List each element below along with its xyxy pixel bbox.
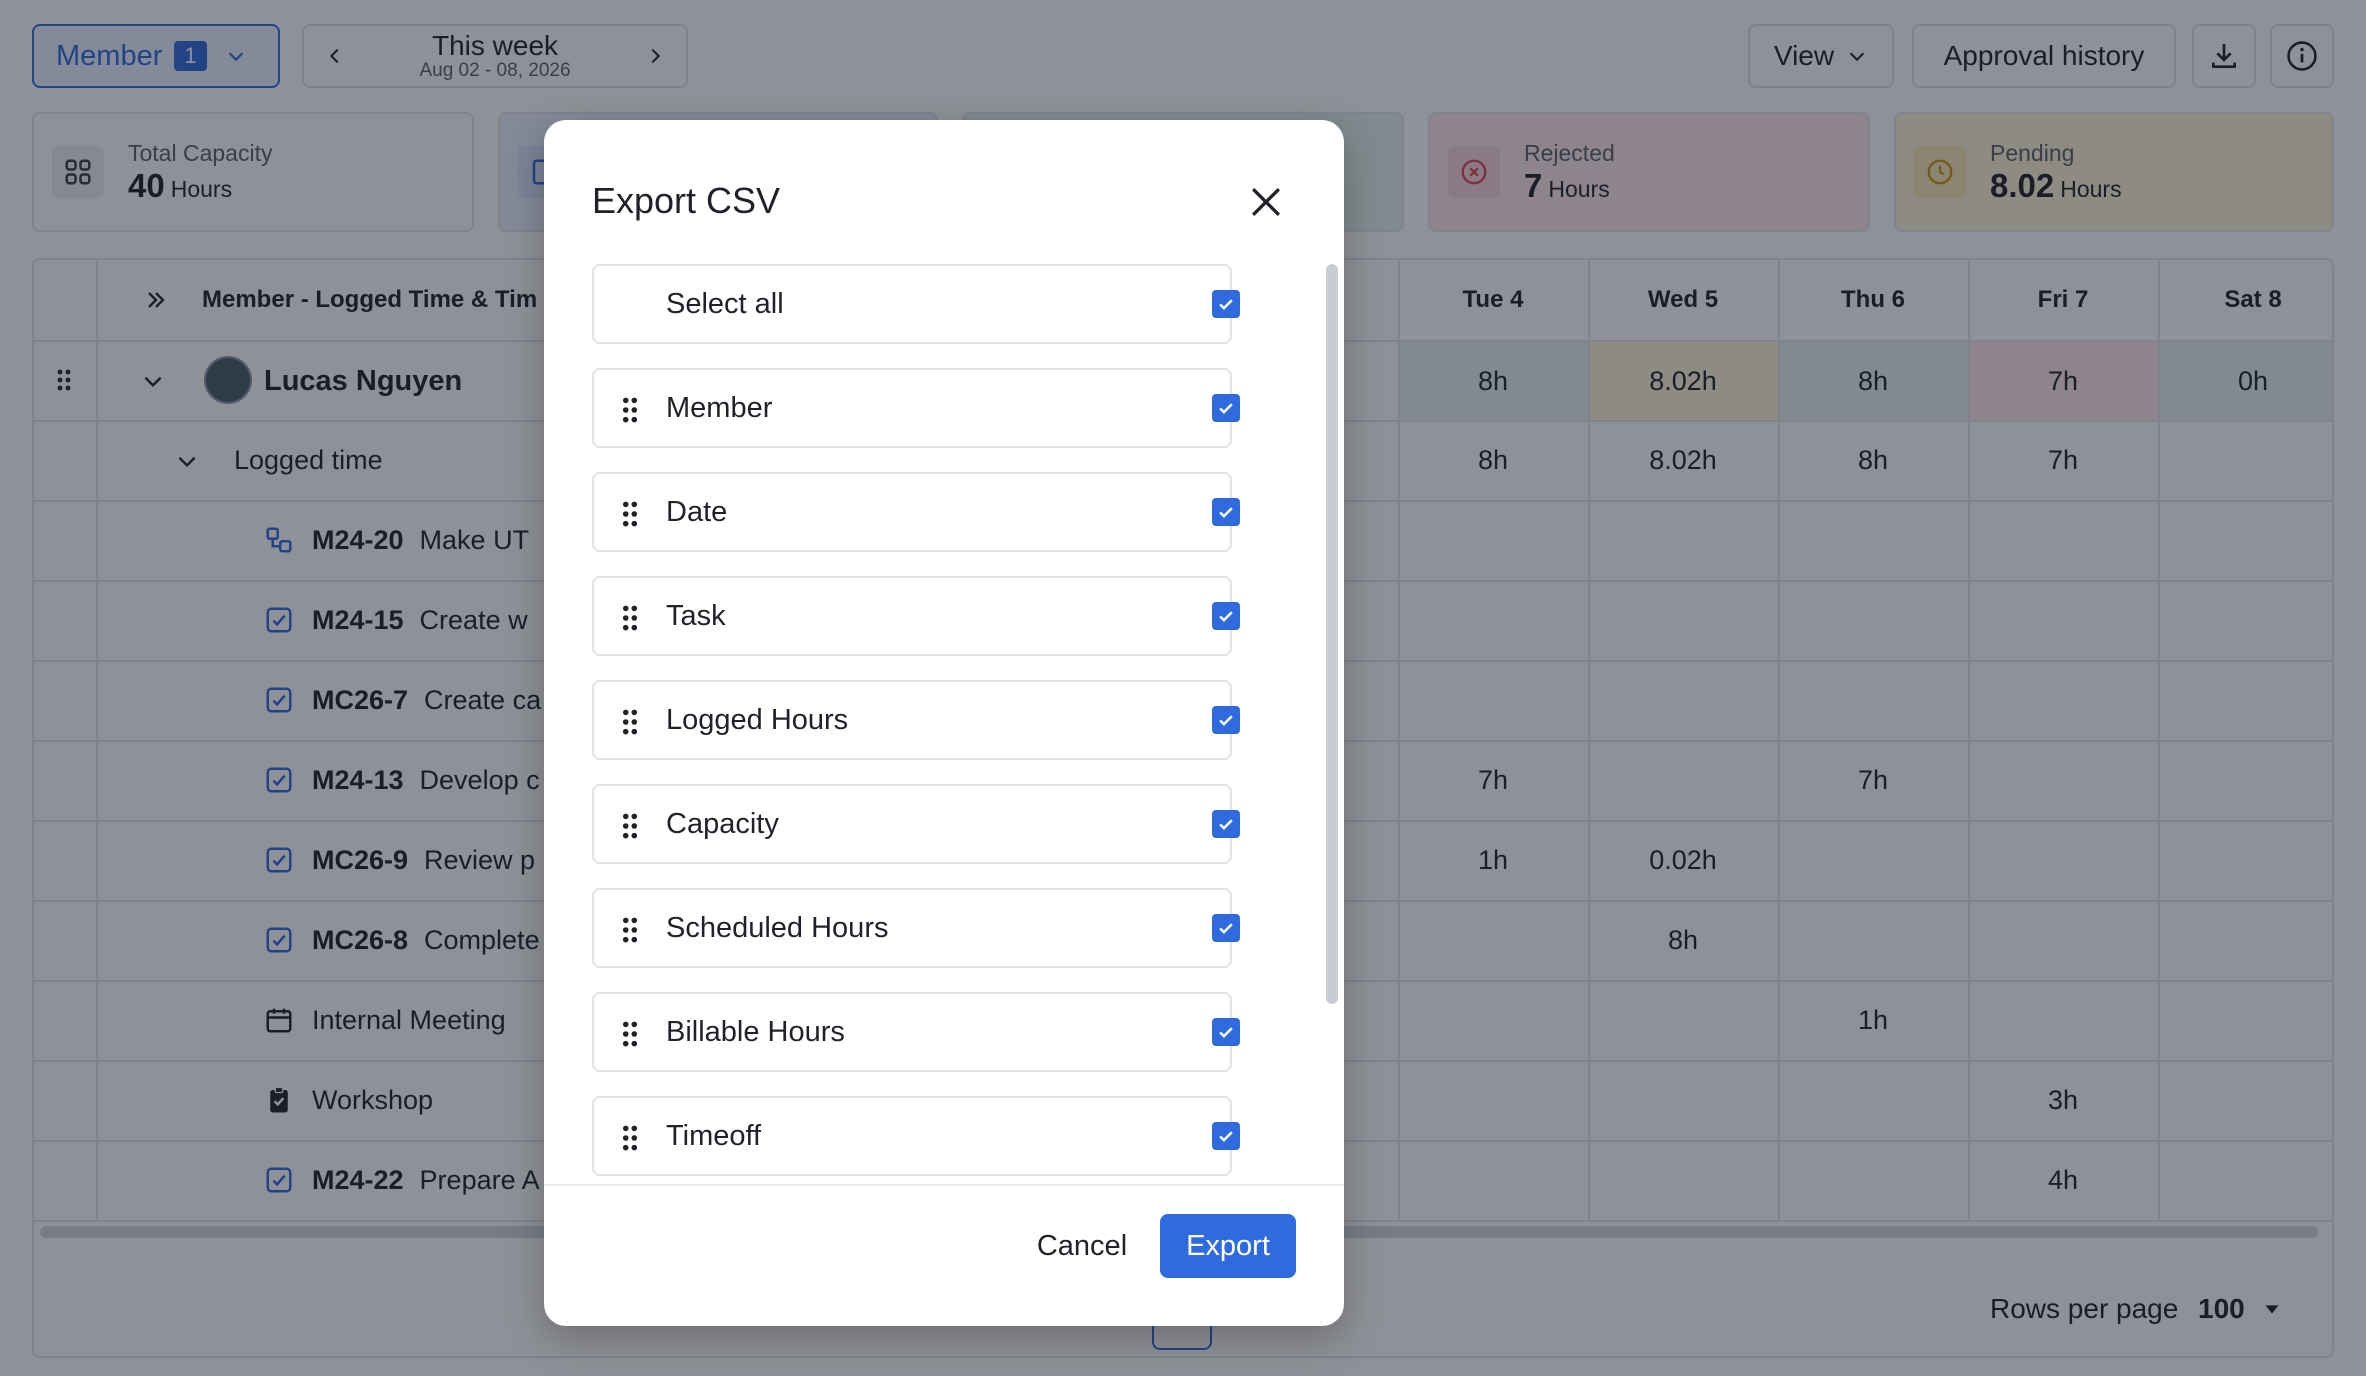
export-option-logged-hours[interactable]: Logged Hours [592,680,1240,760]
export-option-member[interactable]: Member [592,368,1240,448]
check-icon [1219,1027,1233,1038]
select-all-label: Select all [666,287,784,320]
option-checkbox[interactable] [1212,394,1240,422]
check-icon [1219,923,1233,934]
option-checkbox[interactable] [1212,1018,1240,1046]
check-icon [1219,299,1233,310]
select-all-checkbox[interactable] [1212,290,1240,318]
check-icon [1219,715,1233,726]
drag-handle-icon[interactable] [618,395,642,425]
export-option-scheduled-hours[interactable]: Scheduled Hours [592,888,1240,968]
option-label: Scheduled Hours [666,911,889,944]
drag-handle-icon[interactable] [618,603,642,633]
check-icon [1219,403,1233,414]
export-option-billable-hours[interactable]: Billable Hours [592,992,1240,1072]
option-checkbox[interactable] [1212,706,1240,734]
select-all-option[interactable]: Select all [592,264,1240,344]
option-label: Task [666,599,726,632]
option-checkbox[interactable] [1212,1122,1240,1150]
drag-handle-icon[interactable] [618,915,642,945]
option-label: Logged Hours [666,703,849,736]
option-checkbox[interactable] [1212,914,1240,942]
export-option-task[interactable]: Task [592,576,1240,656]
export-csv-dialog: Export CSV Select all Member Date Task Logg… [544,120,1344,1326]
drag-handle-icon[interactable] [618,499,642,529]
dialog-title: Export CSV [592,180,781,221]
option-label: Date [666,495,728,528]
drag-handle-icon[interactable] [618,1123,642,1153]
option-label: Member [666,391,773,424]
drag-handle-icon[interactable] [618,707,642,737]
dialog-scrollbar[interactable] [1326,264,1338,1004]
export-option-timeoff[interactable]: Timeoff [592,1096,1240,1176]
check-icon [1219,1131,1233,1142]
export-column-list: Select all Member Date Task Logged Hours Cap… [592,264,1282,1184]
export-button[interactable]: Export [1160,1214,1296,1278]
export-option-capacity[interactable]: Capacity [592,784,1240,864]
option-label: Billable Hours [666,1015,845,1048]
option-checkbox[interactable] [1212,810,1240,838]
check-icon [1219,507,1233,518]
option-checkbox[interactable] [1212,498,1240,526]
drag-handle-icon[interactable] [618,811,642,841]
option-checkbox[interactable] [1212,602,1240,630]
check-icon [1219,611,1233,622]
dialog-footer-divider [544,1184,1344,1186]
close-icon[interactable] [1244,180,1288,224]
export-option-date[interactable]: Date [592,472,1240,552]
cancel-button[interactable]: Cancel [1014,1214,1150,1278]
check-icon [1219,819,1233,830]
drag-handle-icon[interactable] [618,1019,642,1049]
option-label: Timeoff [666,1119,762,1152]
option-label: Capacity [666,807,779,840]
